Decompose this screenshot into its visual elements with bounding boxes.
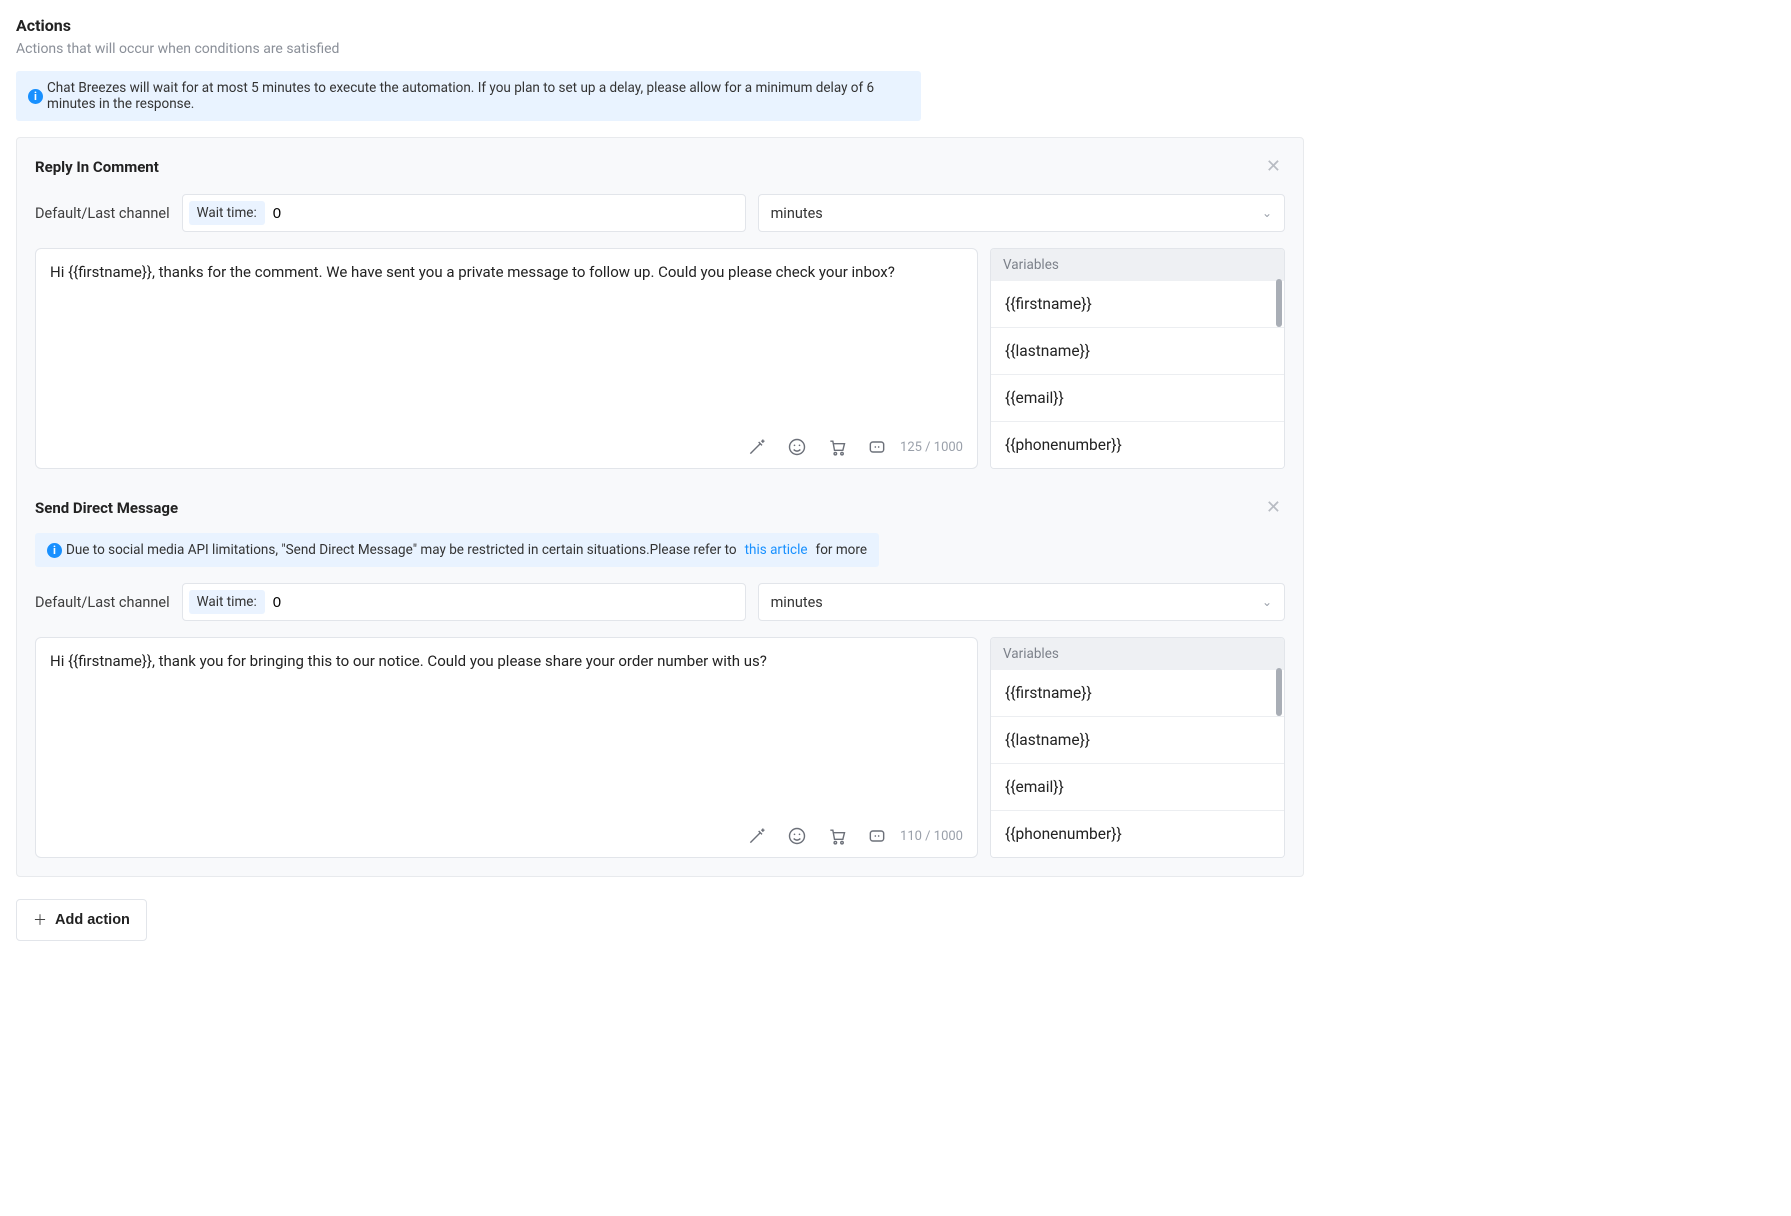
char-count: 110 / 1000 [900, 829, 963, 844]
chevron-down-icon: ⌄ [1262, 206, 1272, 220]
variable-lastname[interactable]: {{lastname}} [991, 717, 1284, 764]
message-text[interactable]: Hi {{firstname}}, thank you for bringing… [36, 638, 977, 788]
reply-box-icon[interactable] [866, 436, 888, 458]
variable-firstname[interactable]: {{firstname}} [991, 281, 1284, 328]
close-icon[interactable]: ✕ [1262, 497, 1285, 519]
chevron-down-icon: ⌄ [1262, 595, 1272, 609]
dm-alert-link[interactable]: this article [745, 542, 808, 558]
editor-toolbar: 125 / 1000 [36, 430, 977, 468]
channel-label: Default/Last channel [35, 594, 170, 611]
action-send-direct-message: Send Direct Message ✕ i Due to social me… [35, 497, 1285, 858]
dm-alert-prefix: Due to social media API limitations, "Se… [66, 542, 737, 558]
scrollbar-thumb[interactable] [1276, 668, 1282, 716]
plus-icon: ＋ [33, 910, 47, 930]
section-title: Actions [16, 16, 1304, 35]
wait-unit-select[interactable]: minutes ⌄ [758, 583, 1285, 621]
variables-panel: Variables {{firstname}} {{lastname}} {{e… [990, 637, 1285, 858]
section-subtitle: Actions that will occur when conditions … [16, 41, 1304, 57]
variable-lastname[interactable]: {{lastname}} [991, 328, 1284, 375]
variable-firstname[interactable]: {{firstname}} [991, 670, 1284, 717]
dm-alert-suffix: for more [816, 542, 867, 558]
variable-phonenumber[interactable]: {{phonenumber}} [991, 422, 1284, 468]
actions-container: Reply In Comment ✕ Default/Last channel … [16, 137, 1304, 877]
variable-email[interactable]: {{email}} [991, 764, 1284, 811]
message-text[interactable]: Hi {{firstname}}, thanks for the comment… [36, 249, 977, 399]
wait-time-input-wrapper[interactable]: Wait time: [182, 583, 746, 621]
close-icon[interactable]: ✕ [1262, 156, 1285, 178]
message-editor[interactable]: Hi {{firstname}}, thanks for the comment… [35, 248, 978, 469]
add-action-button[interactable]: ＋ Add action [16, 899, 147, 941]
wait-unit-value: minutes [771, 205, 823, 222]
wait-unit-select[interactable]: minutes ⌄ [758, 194, 1285, 232]
variable-phonenumber[interactable]: {{phonenumber}} [991, 811, 1284, 857]
message-editor[interactable]: Hi {{firstname}}, thank you for bringing… [35, 637, 978, 858]
channel-label: Default/Last channel [35, 205, 170, 222]
emoji-icon[interactable] [786, 436, 808, 458]
action-reply-in-comment: Reply In Comment ✕ Default/Last channel … [35, 156, 1285, 469]
scrollbar-thumb[interactable] [1276, 279, 1282, 327]
add-action-label: Add action [55, 912, 130, 928]
char-count: 125 / 1000 [900, 440, 963, 455]
wait-time-label: Wait time: [189, 590, 265, 614]
wait-time-value[interactable] [273, 594, 333, 611]
reply-box-icon[interactable] [866, 825, 888, 847]
wait-time-value[interactable] [273, 205, 333, 222]
variables-header: Variables [991, 249, 1284, 281]
wait-unit-value: minutes [771, 594, 823, 611]
magic-wand-icon[interactable] [746, 436, 768, 458]
cart-icon[interactable] [826, 825, 848, 847]
wait-time-input-wrapper[interactable]: Wait time: [182, 194, 746, 232]
magic-wand-icon[interactable] [746, 825, 768, 847]
emoji-icon[interactable] [786, 825, 808, 847]
editor-toolbar: 110 / 1000 [36, 819, 977, 857]
top-alert-text: Chat Breezes will wait for at most 5 min… [47, 80, 909, 112]
action-title: Send Direct Message [35, 499, 178, 517]
info-icon: i [28, 89, 43, 104]
wait-time-label: Wait time: [189, 201, 265, 225]
variables-header: Variables [991, 638, 1284, 670]
info-icon: i [47, 543, 62, 558]
dm-info-alert: i Due to social media API limitations, "… [35, 533, 879, 567]
variables-panel: Variables {{firstname}} {{lastname}} {{e… [990, 248, 1285, 469]
top-info-alert: i Chat Breezes will wait for at most 5 m… [16, 71, 921, 121]
variable-email[interactable]: {{email}} [991, 375, 1284, 422]
cart-icon[interactable] [826, 436, 848, 458]
section-header: Actions Actions that will occur when con… [16, 16, 1304, 57]
action-title: Reply In Comment [35, 158, 159, 176]
